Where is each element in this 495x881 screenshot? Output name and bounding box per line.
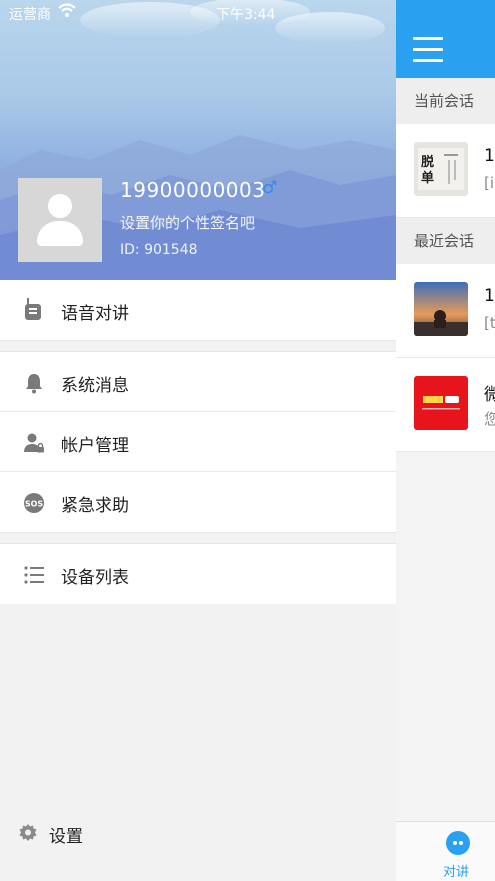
svg-text:脱: 脱 [421,154,434,170]
avatar[interactable] [18,178,102,262]
menu-label: 设备列表 [61,568,129,588]
conversation-title: 1 [484,146,495,166]
user-phone: 19900000003 [120,178,266,202]
conversation-preview: [t [484,314,495,332]
conversation-preview: 您 [484,410,495,428]
menu-item-voice-intercom[interactable]: 语音对讲 [0,280,396,340]
settings-label: 设置 [49,827,83,847]
conversation-title: 微 [484,385,495,405]
menu-item-account-management[interactable]: 帐户管理 [0,412,396,472]
side-drawer: 运营商 下午3:44 19900000003 ♂ 设置你的个性签名吧 ID: 9… [0,0,396,881]
status-time: 下午3:44 [216,7,276,23]
menu-item-emergency-help[interactable]: SOS 紧急求助 [0,472,396,532]
profile-header: 运营商 下午3:44 19900000003 ♂ 设置你的个性签名吧 ID: 9… [0,0,396,280]
menu-label: 紧急求助 [61,496,129,516]
conversation-item[interactable]: 1 [t [396,264,495,358]
menu-group-main: 系统消息 帐户管理 SOS 紧急求助 [0,352,396,532]
menu-label: 语音对讲 [61,304,129,324]
conversation-preview: [i [484,174,495,192]
main-screen: 当前会话 脱 单 1 [i 最近会话 1 [t 微 您 对讲 [396,0,495,881]
current-conversations-header: 当前会话 [396,78,495,124]
section-divider [0,532,396,544]
menu-group-intercom: 语音对讲 [0,280,396,340]
walkie-talkie-icon [25,298,41,320]
svg-text:单: 单 [421,170,434,186]
menu-label: 帐户管理 [61,436,129,456]
sos-icon: SOS [24,493,44,513]
status-bar: 运营商 下午3:44 [0,0,396,26]
conversation-item[interactable]: 脱 单 1 [i [396,124,495,218]
user-id: ID: 901548 [120,242,198,258]
hamburger-icon[interactable] [413,37,443,63]
user-signature[interactable]: 设置你的个性签名吧 [120,212,255,233]
tab-intercom-label: 对讲 [443,865,470,880]
menu-item-system-messages[interactable]: 系统消息 [0,352,396,412]
carrier-label: 运营商 [9,7,51,23]
conversation-thumbnail: 脱 单 [414,142,468,196]
menu-item-device-list[interactable]: 设备列表 [0,544,396,604]
top-bar [396,0,495,78]
gear-icon [19,824,37,841]
menu-group-devices: 设备列表 [0,544,396,604]
conversation-thumbnail [414,282,468,336]
conversation-item[interactable]: 微 您 [396,358,495,452]
settings-button[interactable]: 设置 [0,810,396,856]
recent-conversations-header: 最近会话 [396,218,495,264]
bell-icon [26,374,42,394]
chat-icon [446,831,470,855]
male-icon: ♂ [262,178,278,198]
conversation-thumbnail [414,376,468,430]
menu-label: 系统消息 [61,376,129,396]
svg-text:SOS: SOS [25,500,44,509]
section-divider [0,340,396,352]
list-icon [24,566,44,584]
tab-intercom[interactable]: 对讲 [396,821,495,881]
conversation-title: 1 [484,286,495,306]
user-lock-icon [24,433,44,453]
wifi-icon [58,3,76,17]
